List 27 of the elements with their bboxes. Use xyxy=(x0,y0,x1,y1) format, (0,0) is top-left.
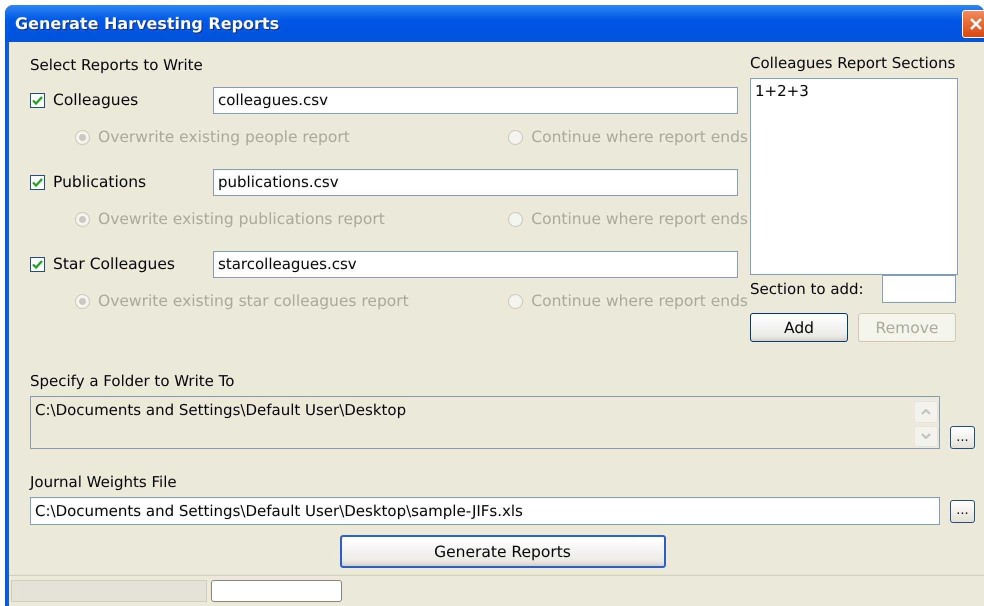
window-title: Generate Harvesting Reports xyxy=(15,14,280,33)
list-item[interactable]: 1+2+3 xyxy=(755,82,953,100)
filename-field[interactable]: starcolleagues.csv xyxy=(213,250,738,278)
browse-button[interactable]: ... xyxy=(950,500,975,522)
checkbox-label[interactable]: Star Colleagues xyxy=(53,255,213,273)
report-checkbox[interactable] xyxy=(30,256,45,272)
field-label: Journal Weights File xyxy=(30,473,177,491)
field-label: Section to add: xyxy=(750,280,864,298)
filename-field[interactable]: publications.csv xyxy=(213,168,738,196)
close-icon xyxy=(968,16,984,32)
filename-field[interactable]: colleagues.csv xyxy=(213,86,738,114)
chevron-down-icon xyxy=(921,433,931,440)
field-label: Specify a Folder to Write To xyxy=(30,372,234,390)
checkbox-label[interactable]: Publications xyxy=(53,173,213,191)
report-checkbox[interactable] xyxy=(30,92,45,108)
list-label: Colleagues Report Sections xyxy=(750,54,956,72)
close-button[interactable] xyxy=(962,10,984,38)
journal-file-field[interactable]: C:\Documents and Settings\Default User\Desktop\sample-JIFs.xls xyxy=(30,497,940,525)
section-label: Select Reports to Write xyxy=(30,56,204,74)
report-checkbox[interactable] xyxy=(30,174,45,190)
checkbox-label[interactable]: Colleagues xyxy=(53,91,213,109)
sections-list[interactable]: 1+2+3 xyxy=(750,78,958,275)
folder-path: C:\Documents and Settings\Default User\Desktop xyxy=(35,401,406,421)
generate-reports-button[interactable]: Generate Reports xyxy=(340,535,666,568)
add-button[interactable]: Add xyxy=(750,313,848,342)
chevron-up-icon xyxy=(921,408,931,415)
section-field[interactable] xyxy=(882,275,956,303)
